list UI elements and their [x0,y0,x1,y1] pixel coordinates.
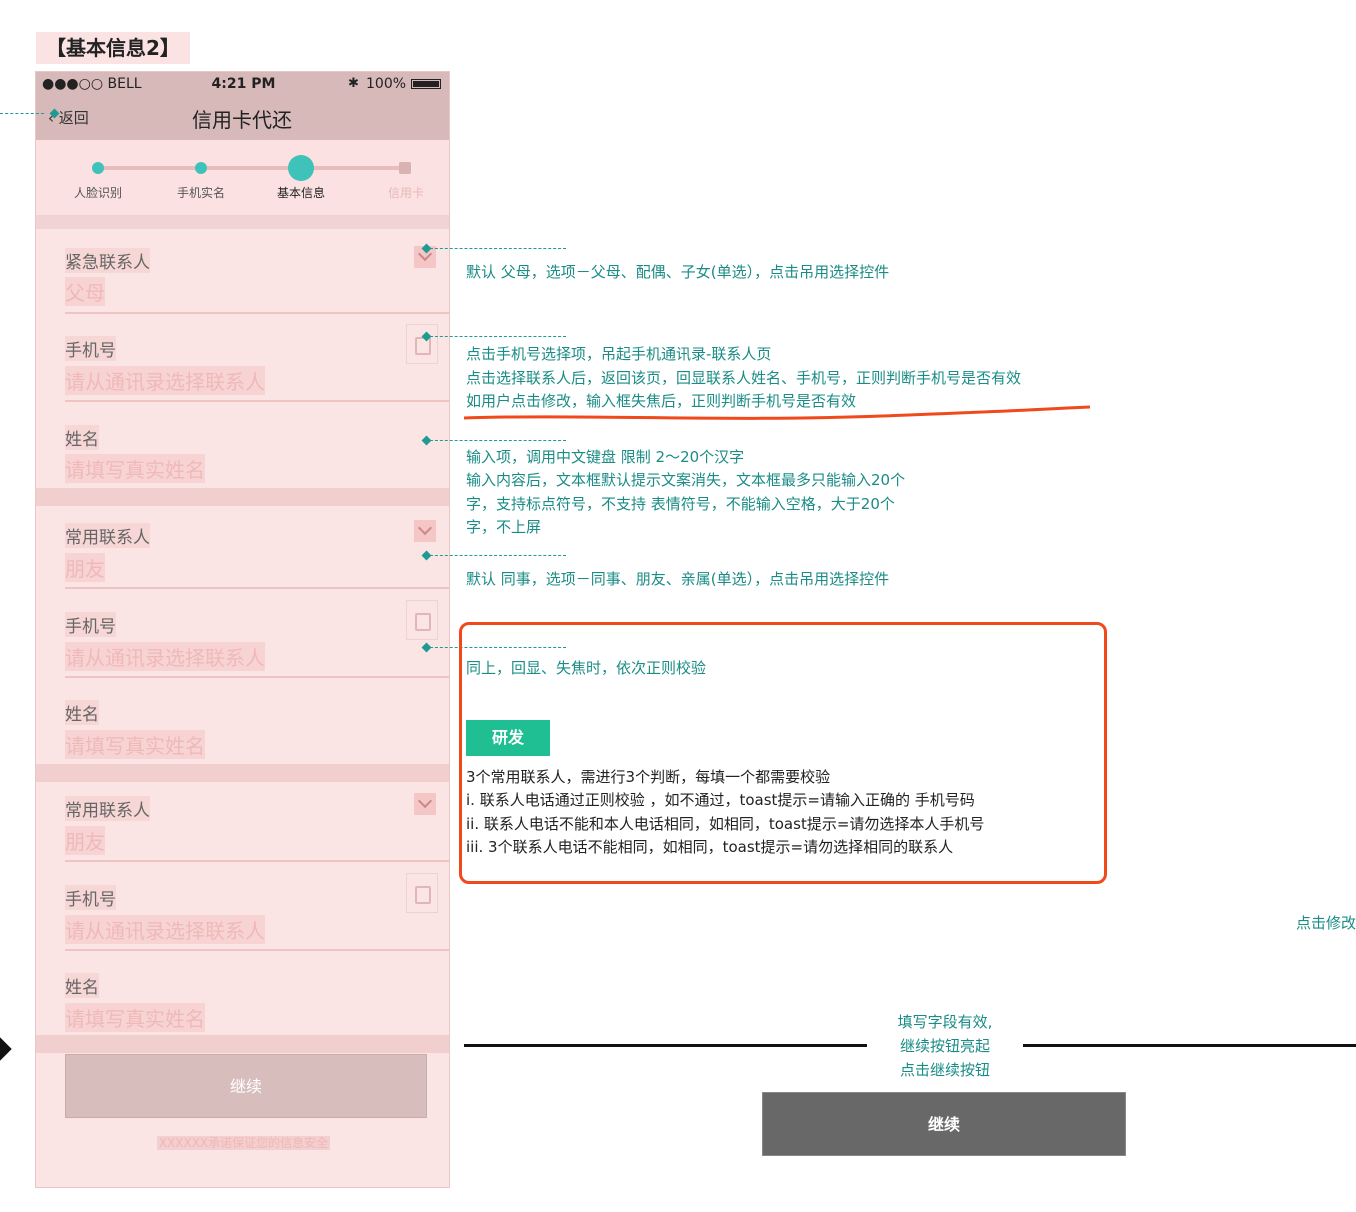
divider [65,312,449,314]
annotation-name-line-3: 字，支持标点符号，不支持 表情符号，不能输入空格，大于20个 [466,495,895,513]
leader-line [430,555,566,556]
section-gap [36,215,449,229]
group-separator [36,764,449,782]
page-title: 【基本信息2】 [36,32,190,64]
phone-input[interactable]: 请从通讯录选择联系人 [65,366,265,395]
flow-line [1023,1044,1356,1047]
divider [65,860,449,862]
step-dot-phone [195,162,207,174]
leader-line [430,248,566,249]
dev-note-line-2: i. 联系人电话通过正则校验 ，如不通过，toast提示=请输入正确的 手机号码 [466,791,975,809]
battery-percent: 100% [366,76,407,92]
contacts-icon[interactable] [406,873,438,913]
divider [65,676,449,678]
step-label-phone: 手机实名 [176,186,225,200]
nav-title: 信用卡代还 [192,108,292,132]
relation-label: 常用联系人 [65,523,150,548]
step-label-credit-card: 信用卡 [387,186,424,200]
flow-annotation: 填写字段有效, 继续按钮亮起 点击继续按钮 [866,1010,1024,1082]
relation-label: 紧急联系人 [65,248,150,273]
phone-screen: ●●●○○ BELL 4:21 PM ✱ 100% ‹ 返回 信用卡代还 人脸识… [35,71,450,1188]
status-bar: ●●●○○ BELL 4:21 PM ✱ 100% [36,72,449,96]
step-label-face: 人脸识别 [73,186,122,200]
flow-text-line-2: 继续按钮亮起 [899,1037,990,1055]
relation-select[interactable]: 朋友 [65,553,105,582]
annotation-name-line-1: 输入项，调用中文键盘 限制 2～20个汉字 [466,448,745,466]
continue-button[interactable]: 继续 [65,1054,427,1118]
step-dot-credit-card [399,162,411,174]
annotation-phone-line-2: 点击选择联系人后，返回该页，回显联系人姓名、手机号，正则判断手机号是否有效 [466,369,1022,387]
group-separator [36,488,449,506]
arrow-head-icon [0,1036,12,1062]
security-note: XXXXXX承诺保证您的信息安全 [36,1134,449,1151]
step-dot-basic-info [288,155,314,181]
annotation-name-line-2: 输入内容后，文本框默认提示文案消失，文本框最多只能输入20个 [466,471,906,489]
leader-line [0,113,44,114]
contacts-icon[interactable] [406,324,438,364]
step-dot-face [92,162,104,174]
name-label: 姓名 [65,973,99,998]
annotation-same-as-above: 同上，回显、失焦时，依次正则校验 [466,659,707,677]
divider [65,400,449,402]
continue-button-active[interactable]: 继续 [762,1092,1126,1156]
edge-annotation: 点击修改 [1296,914,1356,932]
phone-label: 手机号 [65,336,116,361]
security-note-text: XXXXXX承诺保证您的信息安全 [156,1136,331,1150]
phone-label: 手机号 [65,612,116,637]
name-input[interactable]: 请填写真实姓名 [65,730,205,759]
dev-note-line-4: iii. 3个联系人电话不能相同，如相同，toast提示=请勿选择相同的联系人 [466,838,954,856]
flow-line [464,1044,867,1047]
dev-badge: 研发 [466,720,550,756]
divider [65,949,449,951]
contacts-icon[interactable] [406,600,438,640]
annotation-relation-2: 默认 同事，选项－同事、朋友、亲属(单选），点击吊用选择控件 [466,570,890,588]
flow-text-line-1: 填写字段有效, [897,1013,993,1031]
phone-label: 手机号 [65,885,116,910]
group-separator [36,1035,449,1053]
leader-line [430,336,566,337]
chevron-down-icon[interactable] [414,793,436,815]
flow-text-line-3: 点击继续按钮 [899,1061,990,1079]
relation-select[interactable]: 父母 [65,277,105,306]
battery-icon [411,79,441,89]
name-input[interactable]: 请填写真实姓名 [65,454,205,483]
nav-bar: ‹ 返回 信用卡代还 [36,96,449,140]
relation-select[interactable]: 朋友 [65,826,105,855]
relation-label: 常用联系人 [65,796,150,821]
chevron-down-icon[interactable] [414,520,436,542]
name-input[interactable]: 请填写真实姓名 [65,1003,205,1032]
highlight-underline [463,405,1091,420]
dev-note-line-1: 3个常用联系人，需进行3个判断，每填一个都需要校验 [466,768,831,786]
phone-input[interactable]: 请从通讯录选择联系人 [65,642,265,671]
step-label-basic-info: 基本信息 [276,186,325,200]
dev-note-line-3: ii. 联系人电话不能和本人电话相同，如相同，toast提示=请勿选择本人手机号 [466,815,985,833]
leader-line [430,440,566,441]
name-label: 姓名 [65,425,99,450]
bluetooth-icon: ✱ [348,76,359,91]
divider [65,587,449,589]
annotation-name-line-4: 字，不上屏 [466,518,542,536]
name-label: 姓名 [65,700,99,725]
step-progress: 人脸识别 手机实名 基本信息 信用卡 [36,140,449,216]
step-track [98,166,406,170]
phone-input[interactable]: 请从通讯录选择联系人 [65,915,265,944]
annotation-relation: 默认 父母，选项－父母、配偶、子女(单选），点击吊用选择控件 [466,263,890,281]
annotation-phone-line-1: 点击手机号选择项，吊起手机通讯录-联系人页 [466,345,772,363]
